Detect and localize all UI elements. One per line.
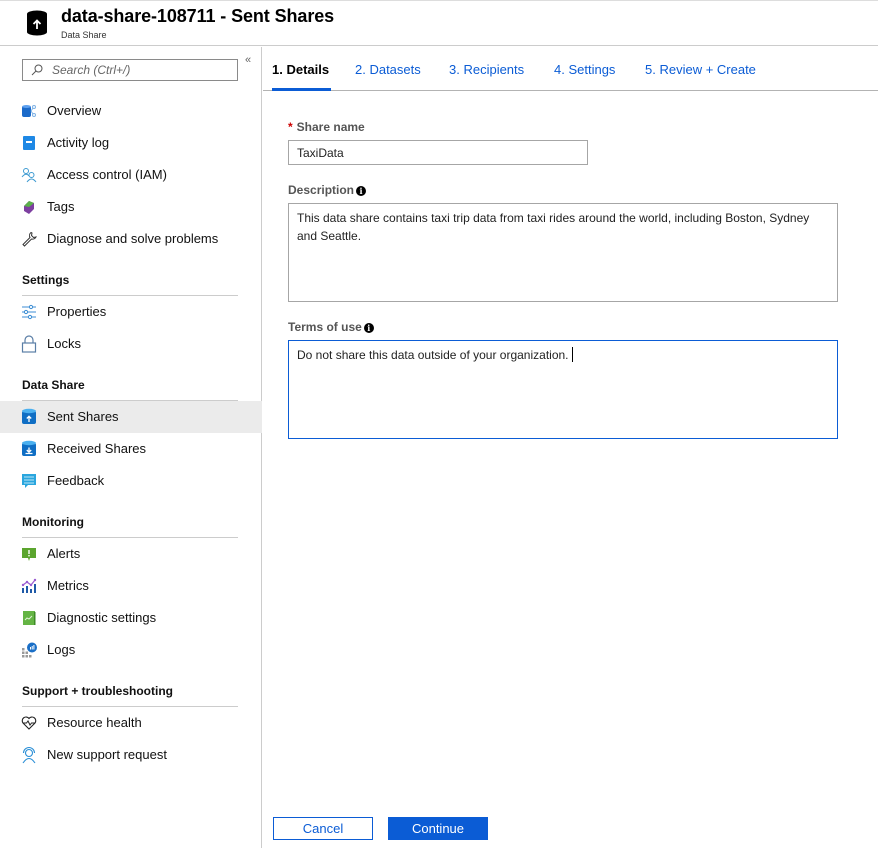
sidebar-item-label: Metrics — [47, 578, 89, 593]
tab-recipients[interactable]: 3. Recipients — [449, 62, 524, 77]
tab-review-create[interactable]: 5. Review + Create — [645, 62, 756, 77]
page-subtitle: Data Share — [61, 30, 107, 40]
sidebar-item-tags[interactable]: Tags — [0, 191, 262, 223]
activity-log-icon — [23, 136, 35, 150]
section-title: Support + troubleshooting — [22, 684, 173, 698]
sidebar-item-label: Received Shares — [47, 441, 146, 456]
sidebar-item-logs[interactable]: Logs — [0, 634, 262, 666]
sidebar-item-new-support-request[interactable]: New support request — [0, 739, 262, 771]
properties-icon — [22, 304, 36, 320]
sidebar: « Overview Activity log Access control (… — [0, 47, 262, 848]
feedback-icon — [22, 474, 36, 488]
sidebar-item-label: Access control (IAM) — [47, 167, 167, 182]
sidebar-item-label: Diagnose and solve problems — [47, 231, 219, 246]
sidebar-item-label: Properties — [47, 304, 107, 319]
page-title: data-share-108711 - Sent Shares — [61, 6, 335, 26]
active-tab-indicator — [272, 88, 331, 91]
tab-settings[interactable]: 4. Settings — [554, 62, 615, 77]
collapse-sidebar-button[interactable]: « — [245, 54, 251, 66]
sidebar-item-received-shares[interactable]: Received Shares — [0, 433, 262, 465]
sidebar-item-label: New support request — [47, 747, 167, 762]
tab-datasets[interactable]: 2. Datasets — [355, 62, 421, 77]
sidebar-item-diagnostic-settings[interactable]: Diagnostic settings — [0, 602, 262, 634]
logs-icon — [22, 642, 37, 658]
cancel-button[interactable]: Cancel — [273, 817, 373, 840]
wrench-icon — [22, 231, 37, 247]
section-title: Data Share — [22, 378, 85, 392]
sidebar-item-label: Overview — [47, 103, 102, 118]
sidebar-item-properties[interactable]: Properties — [0, 296, 262, 328]
sidebar-item-activity-log[interactable]: Activity log — [0, 127, 262, 159]
sidebar-item-label: Logs — [47, 642, 76, 657]
text-caret — [571, 347, 573, 362]
received-shares-icon — [22, 440, 36, 456]
data-share-upload-icon — [27, 10, 47, 36]
sidebar-item-metrics[interactable]: Metrics — [0, 570, 262, 602]
section-title: Settings — [22, 273, 70, 287]
sidebar-item-label: Sent Shares — [47, 409, 119, 424]
page-header: data-share-108711 - Sent Shares Data Sha… — [0, 1, 878, 46]
sidebar-item-label: Alerts — [47, 546, 81, 561]
terms-of-use-label: Terms of use i — [288, 320, 374, 334]
search-box[interactable] — [22, 59, 238, 81]
share-name-label: * Share name — [288, 120, 365, 134]
support-request-icon — [22, 747, 36, 764]
search-icon — [31, 64, 43, 76]
sidebar-item-alerts[interactable]: Alerts — [0, 538, 262, 570]
access-control-icon — [21, 168, 37, 183]
tab-details[interactable]: 1. Details — [272, 62, 329, 77]
info-icon[interactable]: i — [363, 323, 374, 333]
info-icon[interactable]: i — [356, 186, 367, 196]
sidebar-item-sent-shares[interactable]: Sent Shares — [0, 401, 262, 433]
sidebar-item-overview[interactable]: Overview — [0, 95, 262, 127]
sent-shares-icon — [22, 408, 36, 424]
wizard-tabs: 1. Details 2. Datasets 3. Recipients 4. … — [263, 47, 878, 91]
sidebar-item-access-control[interactable]: Access control (IAM) — [0, 159, 262, 191]
sidebar-item-label: Activity log — [47, 135, 110, 150]
heart-icon — [21, 716, 37, 730]
section-monitoring: Monitoring — [22, 515, 238, 538]
terms-of-use-textarea[interactable]: Do not share this data outside of your o… — [288, 340, 838, 439]
sidebar-item-diagnose[interactable]: Diagnose and solve problems — [0, 223, 262, 255]
section-data-share: Data Share — [22, 378, 238, 401]
continue-button[interactable]: Continue — [388, 817, 488, 840]
search-input[interactable] — [52, 62, 232, 78]
sidebar-item-feedback[interactable]: Feedback — [0, 465, 262, 497]
overview-icon — [22, 105, 36, 117]
tag-icon — [24, 201, 34, 214]
section-support: Support + troubleshooting — [22, 684, 238, 707]
share-name-input[interactable]: TaxiData — [288, 140, 588, 165]
description-label: Description i — [288, 183, 367, 197]
alerts-icon — [22, 548, 36, 561]
section-title: Monitoring — [22, 515, 84, 529]
sidebar-item-label: Resource health — [47, 715, 142, 730]
terms-of-use-text: Do not share this data outside of your o… — [297, 348, 569, 362]
sidebar-item-locks[interactable]: Locks — [0, 328, 262, 360]
description-textarea[interactable]: This data share contains taxi trip data … — [288, 203, 838, 302]
sidebar-item-label: Tags — [47, 199, 75, 214]
sidebar-item-resource-health[interactable]: Resource health — [0, 707, 262, 739]
main-content: 1. Details 2. Datasets 3. Recipients 4. … — [263, 47, 878, 848]
sidebar-item-label: Feedback — [47, 473, 105, 488]
diagnostic-settings-icon — [23, 611, 36, 625]
lock-icon — [21, 335, 37, 353]
sidebar-item-label: Diagnostic settings — [47, 610, 157, 625]
section-settings: Settings — [22, 273, 238, 296]
sidebar-item-label: Locks — [47, 336, 81, 351]
metrics-icon — [21, 578, 37, 593]
required-indicator: * — [288, 120, 293, 134]
